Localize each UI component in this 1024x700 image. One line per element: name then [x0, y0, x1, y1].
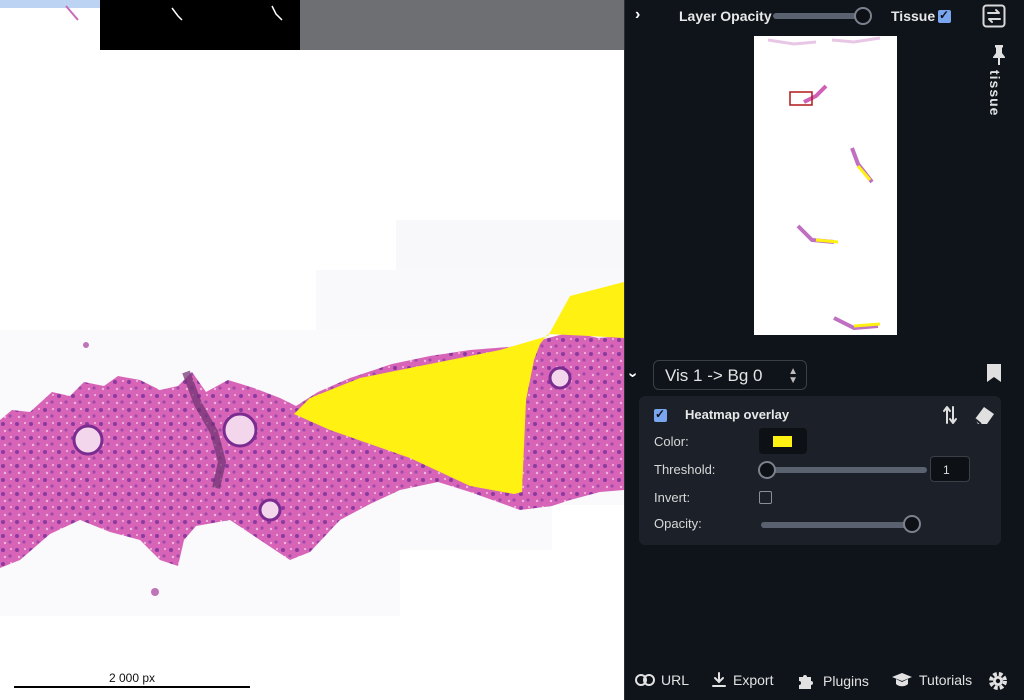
thumbnail-strip — [100, 0, 300, 50]
sort-arrows-icon[interactable] — [942, 405, 958, 430]
url-button[interactable]: URL — [635, 672, 689, 688]
heatmap-enabled-checkbox[interactable] — [654, 407, 667, 422]
graduation-cap-icon — [892, 673, 912, 687]
tutorials-label: Tutorials — [919, 672, 973, 688]
tutorials-button[interactable]: Tutorials — [891, 672, 972, 688]
visualization-select[interactable]: Vis 1 -> Bg 0 ▲ ▼ — [653, 360, 807, 390]
threshold-slider-knob[interactable] — [758, 461, 776, 479]
plugins-label: Plugins — [823, 673, 869, 689]
invert-label: Invert: — [654, 490, 691, 505]
invert-checkbox[interactable] — [759, 491, 772, 504]
opacity-slider-knob[interactable] — [903, 515, 921, 533]
slide-canvas[interactable] — [0, 0, 624, 700]
top-toolbar: › Layer Opacity Tissue — [625, 0, 1024, 32]
pinned-tab-label: tissue — [987, 70, 1003, 117]
bottom-toolbar: URL Export Plugins Tutorials — [625, 664, 1024, 698]
color-picker-button[interactable] — [759, 428, 807, 454]
color-swatch — [773, 436, 792, 447]
select-arrows-icon: ▲ ▼ — [788, 366, 798, 386]
layer-opacity-slider-knob[interactable] — [854, 7, 872, 25]
threshold-input[interactable]: 1 — [930, 456, 970, 482]
visualization-select-value: Vis 1 -> Bg 0 — [665, 366, 763, 385]
scale-bar-label: 2 000 px — [108, 671, 156, 685]
eraser-icon[interactable] — [972, 404, 996, 431]
bookmark-icon[interactable] — [986, 363, 1002, 388]
navigator-minimap[interactable] — [754, 36, 897, 335]
download-icon — [712, 672, 726, 687]
opacity-label: Opacity: — [654, 516, 702, 531]
pinned-tab[interactable]: tissue — [987, 44, 1011, 124]
puzzle-icon — [799, 675, 813, 689]
tissue-checkbox[interactable] — [938, 8, 951, 23]
pin-icon[interactable] — [990, 44, 1008, 66]
swap-layers-icon[interactable] — [982, 4, 1006, 33]
layer-opacity-label: Layer Opacity — [679, 8, 772, 24]
threshold-slider[interactable] — [761, 467, 927, 473]
plugins-button[interactable]: Plugins — [797, 672, 869, 690]
url-label: URL — [661, 672, 690, 688]
heatmap-title: Heatmap overlay — [685, 407, 790, 422]
gear-icon[interactable] — [987, 670, 1009, 697]
slide-viewer[interactable]: 2 000 px — [0, 0, 624, 700]
link-icon — [635, 674, 655, 686]
heatmap-layer-card: Heatmap overlay Color: Threshold: 1 Inve… — [639, 396, 1001, 545]
collapse-panel-chevron-icon[interactable]: › — [635, 6, 640, 24]
threshold-input-value: 1 — [943, 463, 950, 477]
collapse-visualization-chevron-icon[interactable]: › — [624, 372, 642, 377]
export-button[interactable]: Export — [711, 672, 773, 688]
opacity-slider[interactable] — [761, 522, 913, 528]
tissue-label: Tissue — [891, 8, 936, 24]
color-label: Color: — [654, 434, 689, 449]
scale-bar: 2 000 px — [14, 668, 250, 688]
right-panel: › Layer Opacity Tissue tiss — [624, 0, 1024, 700]
layer-opacity-slider[interactable] — [773, 13, 865, 19]
export-label: Export — [733, 672, 774, 688]
threshold-label: Threshold: — [654, 462, 716, 477]
